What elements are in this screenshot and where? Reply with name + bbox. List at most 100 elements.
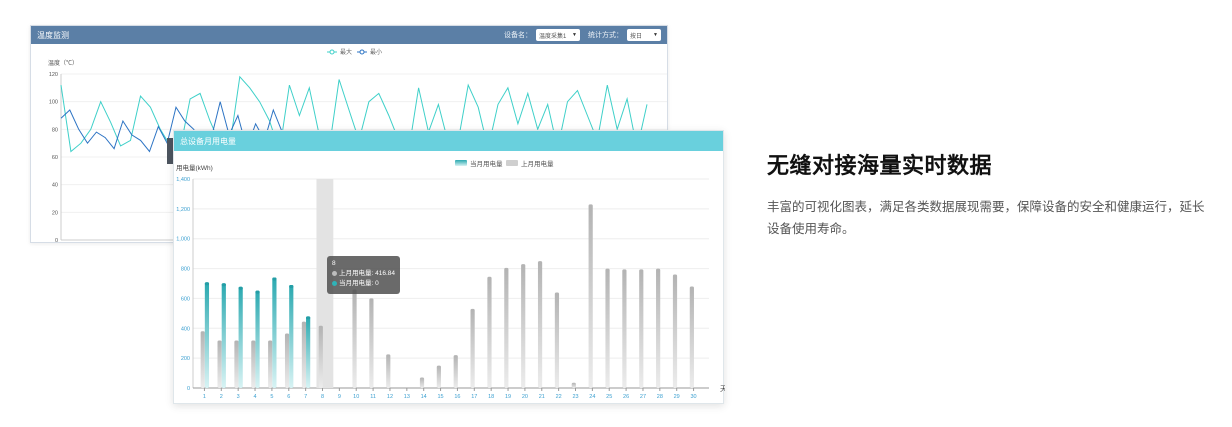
x-tick-label: 30 xyxy=(691,394,697,400)
device-label: 设备名： xyxy=(504,32,532,39)
legend-swatch-last-month xyxy=(506,160,518,166)
x-tick-label: 25 xyxy=(606,394,612,400)
electricity-legend: 当月用电量 上月用电量 xyxy=(455,159,554,168)
electricity-y-axis-label: 用电量(kWh) xyxy=(176,163,213,172)
bar-last-month xyxy=(419,377,425,388)
tooltip-dot-icon xyxy=(332,280,337,286)
tooltip-day: 8 xyxy=(332,260,336,267)
bar-last-month xyxy=(554,292,560,388)
x-tick-label: 10 xyxy=(353,394,359,400)
y-tick-label: 600 xyxy=(181,296,190,302)
tooltip-row-last-month: 上月用电量: 416.84 xyxy=(332,269,395,279)
bar-last-month xyxy=(571,382,576,388)
x-tick-label: 12 xyxy=(387,394,393,400)
bar-last-month xyxy=(605,268,610,388)
bar-last-month xyxy=(521,264,526,388)
bar-last-month xyxy=(251,340,256,388)
electricity-bars xyxy=(200,179,694,388)
bar-last-month xyxy=(234,340,239,388)
x-tick-label: 1 xyxy=(203,394,206,400)
temperature-legend: 最大 最小 xyxy=(327,48,382,56)
caret-down-icon: ▼ xyxy=(653,32,658,38)
electricity-panel: 总设备月用电量 当月用电量 上月用电量 用电量(kWh) 天 0 200 400… xyxy=(173,130,725,404)
y-tick-label: 100 xyxy=(49,100,58,106)
temperature-panel-header: 温度监测 设备名： 温度采集1 ▼ 统计方式： 按日 ▼ xyxy=(31,26,667,44)
bar-last-month xyxy=(622,269,627,388)
bar-last-month xyxy=(453,355,458,388)
bar-cap xyxy=(289,284,294,288)
bar-last-month xyxy=(504,267,509,388)
bar-cap xyxy=(272,277,277,281)
y-tick-label: 400 xyxy=(181,326,190,332)
x-tick-label: 22 xyxy=(556,394,562,400)
range-select-value: 按日 xyxy=(630,33,643,40)
bar-last-month xyxy=(386,354,391,388)
electricity-panel-header: 总设备月用电量 xyxy=(174,131,723,151)
x-tick-label: 11 xyxy=(370,394,376,400)
legend-label-this-month[interactable]: 当月用电量 xyxy=(470,159,503,168)
tooltip-dot-icon xyxy=(332,270,337,276)
y-tick-label: 60 xyxy=(52,155,58,161)
bar-last-month xyxy=(318,325,323,388)
bar-last-month xyxy=(656,268,661,388)
bar-last-month xyxy=(672,274,678,388)
y-tick-label: 20 xyxy=(52,210,58,216)
electricity-x-axis-label: 天 xyxy=(720,385,725,393)
range-label: 统计方式： xyxy=(588,32,623,39)
stage: 温度监测 设备名： 温度采集1 ▼ 统计方式： 按日 ▼ 最大 最小 温度（℃） xyxy=(0,0,1232,427)
x-tick-label: 8 xyxy=(321,394,324,400)
bar-last-month xyxy=(487,276,492,388)
tooltip-this-month: 当月用电量: 0 xyxy=(339,280,379,287)
legend-marker-max xyxy=(329,49,335,55)
chart-tooltip: 8 上月用电量: 416.84 当月用电量: 0 xyxy=(327,256,400,294)
x-tick-label: 28 xyxy=(657,394,663,400)
x-tick-label: 23 xyxy=(572,394,578,400)
x-tick-label: 27 xyxy=(640,394,646,400)
y-tick-label: 0 xyxy=(187,386,190,392)
x-tick-label: 18 xyxy=(488,394,494,400)
tooltip-row-this-month: 当月用电量: 0 xyxy=(332,279,395,289)
range-select[interactable]: 按日 ▼ xyxy=(627,29,661,41)
description: 丰富的可视化图表，满足各类数据展现需要，保障设备的安全和健康运行，延长设备使用寿… xyxy=(767,200,1205,236)
y-tick-label: 1,400 xyxy=(176,177,190,183)
legend-label-min[interactable]: 最小 xyxy=(370,48,382,56)
x-tick-label: 19 xyxy=(505,394,511,400)
bar-cap xyxy=(204,282,210,286)
bar-last-month xyxy=(588,204,593,388)
x-tick-label: 5 xyxy=(270,394,273,400)
bar-last-month xyxy=(217,340,222,388)
legend-marker-min xyxy=(359,49,365,55)
bar-last-month xyxy=(689,286,694,388)
y-tick-label: 40 xyxy=(52,183,58,189)
bar-this-month xyxy=(238,286,243,388)
bar-this-month xyxy=(272,277,277,388)
y-tick-label: 0 xyxy=(55,238,58,244)
bar-cap xyxy=(221,283,226,287)
x-tick-label: 21 xyxy=(539,394,545,400)
bar-cap xyxy=(255,290,260,294)
y-tick-label: 200 xyxy=(181,356,190,362)
bar-last-month xyxy=(436,365,441,388)
bar-cap xyxy=(238,286,243,290)
tooltip-last-month: 上月用电量: 416.84 xyxy=(339,270,395,277)
bar-this-month xyxy=(255,290,260,388)
bar-last-month xyxy=(268,340,273,388)
device-select-value: 温度采集1 xyxy=(539,33,567,40)
temperature-panel-title: 温度监测 xyxy=(37,30,69,40)
bar-cap xyxy=(306,316,311,320)
bar-last-month xyxy=(284,333,290,388)
x-tick-label: 3 xyxy=(237,394,240,400)
y-tick-label: 1,200 xyxy=(176,207,190,213)
headline: 无缝对接海量实时数据 xyxy=(767,153,993,178)
x-tick-label: 13 xyxy=(404,394,410,400)
bar-last-month xyxy=(470,308,475,388)
temperature-y-axis-label: 温度（℃） xyxy=(48,59,78,67)
legend-label-last-month[interactable]: 上月用电量 xyxy=(521,159,554,168)
legend-label-max[interactable]: 最大 xyxy=(340,48,352,56)
x-tick-label: 7 xyxy=(304,394,307,400)
x-tick-label: 20 xyxy=(522,394,528,400)
y-tick-label: 120 xyxy=(49,72,58,78)
bar-this-month xyxy=(204,282,210,388)
bar-this-month xyxy=(306,316,311,388)
device-select[interactable]: 温度采集1 ▼ xyxy=(536,29,580,41)
